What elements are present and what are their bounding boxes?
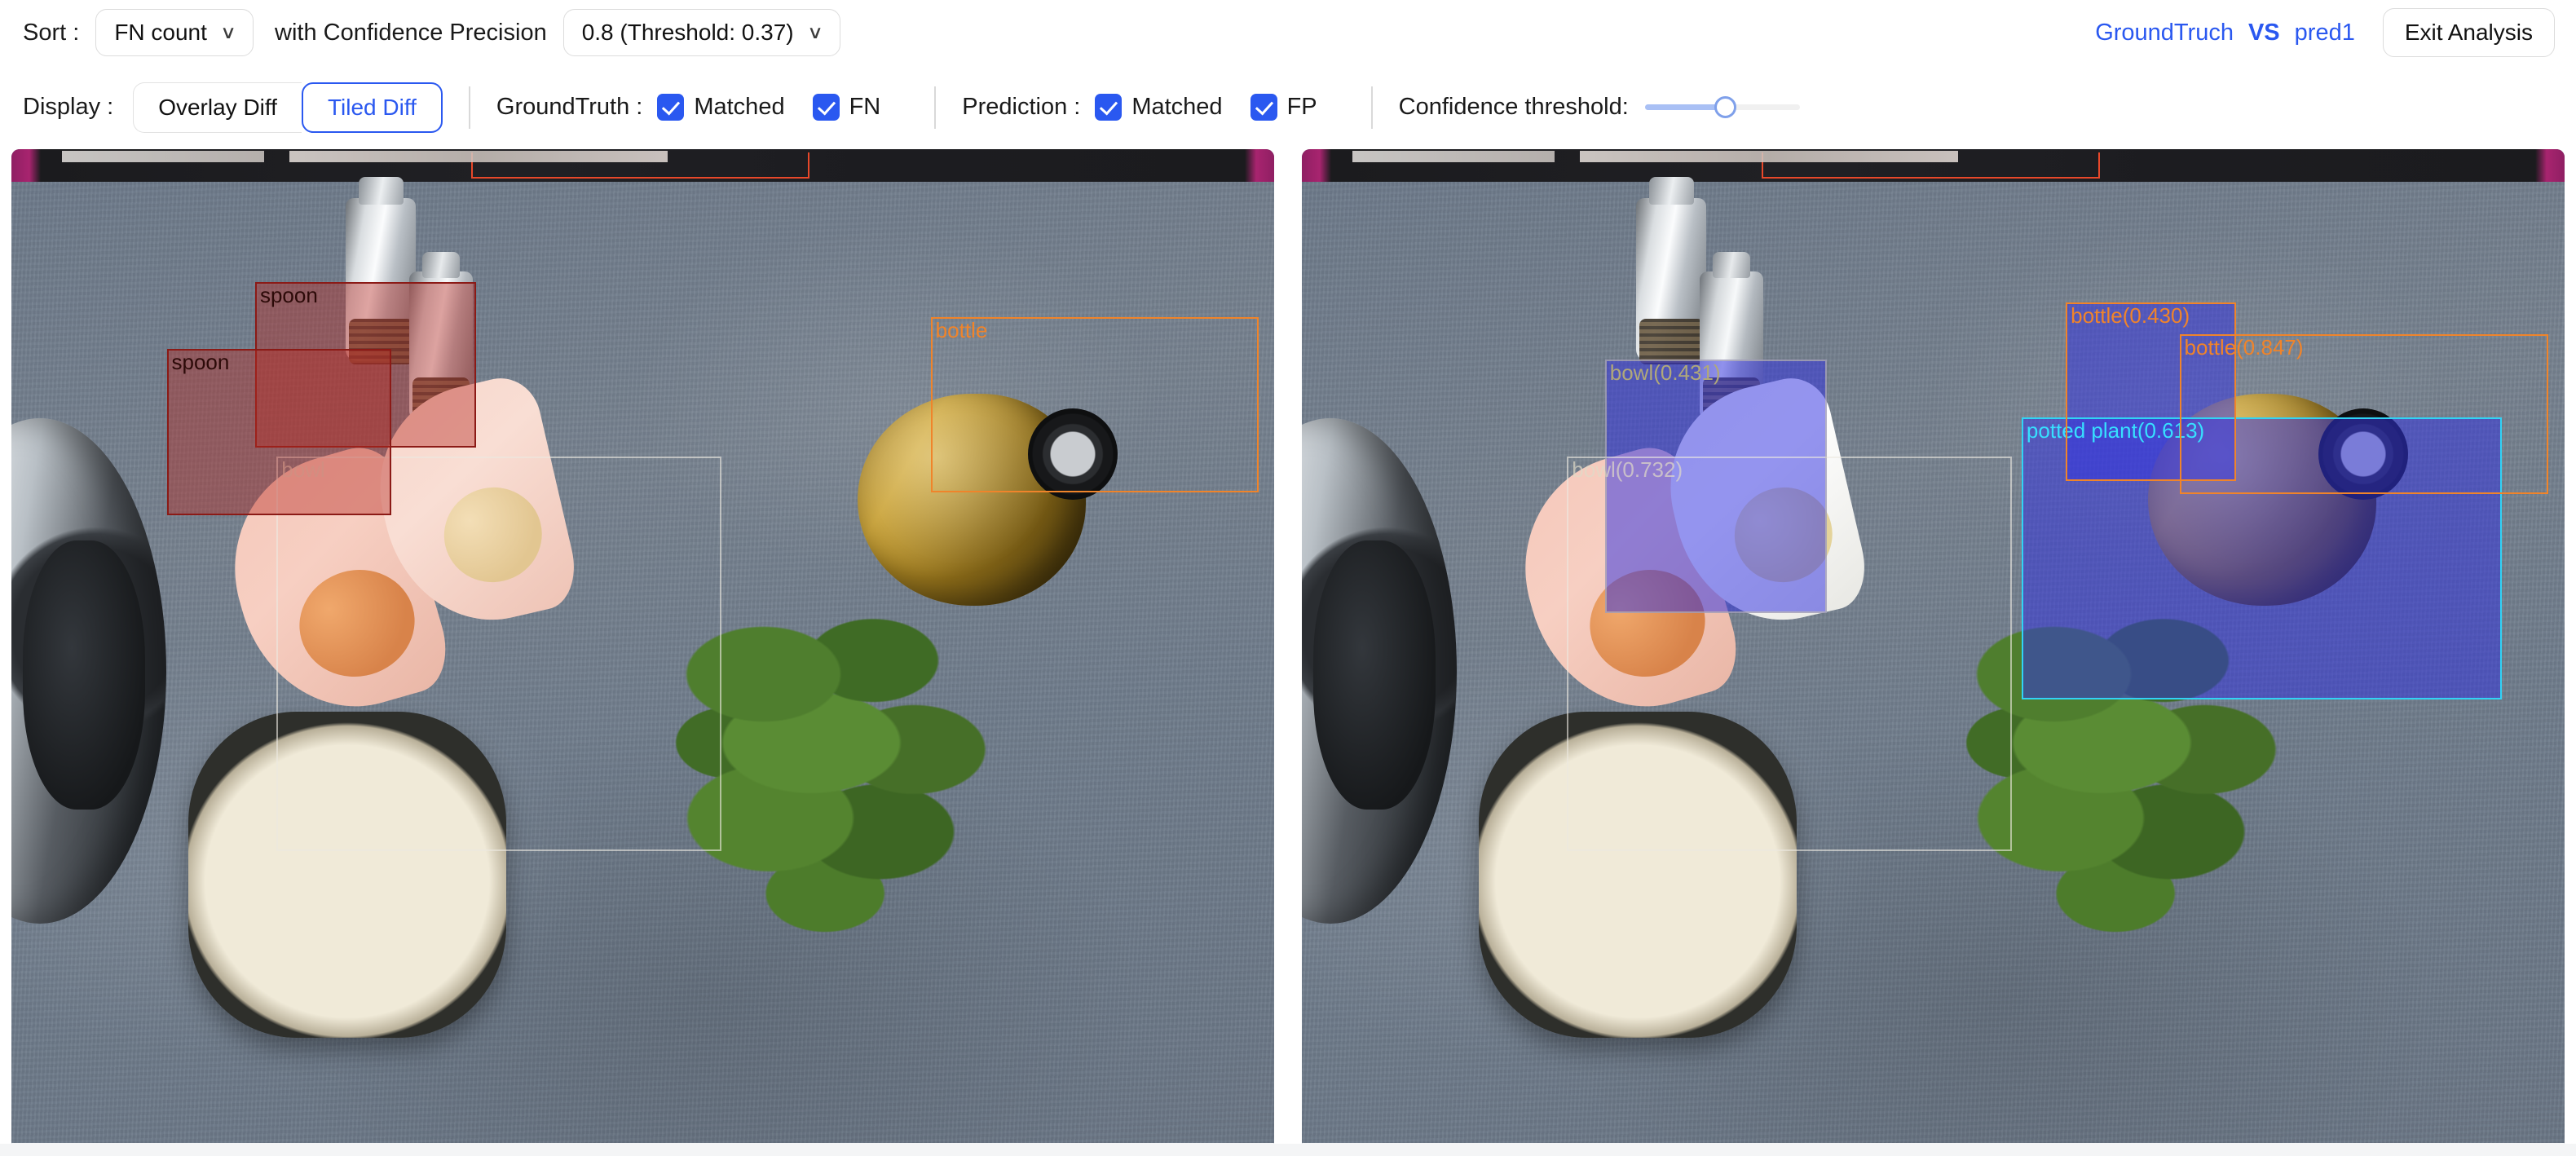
divider xyxy=(1370,86,1373,129)
pred-matched-label: Matched xyxy=(1131,94,1223,120)
confidence-threshold-label: Confidence threshold: xyxy=(1398,94,1629,120)
groundtruth-filter-group: GroundTruth : Matched FN xyxy=(496,94,908,121)
confidence-precision-label: with Confidence Precision xyxy=(275,19,547,46)
divider xyxy=(934,86,937,129)
pred-fp-checkbox[interactable]: FP xyxy=(1250,94,1317,121)
slider-fill xyxy=(1644,104,1726,110)
gt-matched-label: Matched xyxy=(694,94,785,120)
bottle-cap-prop xyxy=(1027,408,1118,500)
top-strip-fn-box xyxy=(1761,152,2100,179)
groundtruth-source-link[interactable]: GroundTruch xyxy=(2095,20,2234,46)
display-toolbar: Display : Overlay Diff Tiled Diff Ground… xyxy=(0,65,2576,149)
photo-top-strip xyxy=(11,149,1274,182)
chevron-down-icon: ∨ xyxy=(806,22,823,42)
slider-knob[interactable] xyxy=(1714,96,1737,118)
prediction-filter-label: Prediction : xyxy=(962,94,1081,120)
pepper-grinder-prop xyxy=(1636,177,1707,364)
checkmark-icon xyxy=(812,94,840,121)
mask-bowl-prediction xyxy=(1604,359,1828,614)
rice-bowl-prop xyxy=(1478,712,1797,1038)
confidence-threshold-slider[interactable] xyxy=(1644,94,1800,121)
checkmark-icon xyxy=(1095,94,1123,121)
photo-top-strip xyxy=(1302,149,2565,182)
exit-analysis-button[interactable]: Exit Analysis xyxy=(2382,8,2555,57)
tiled-diff-viewport: bowl bottle spoon spoon bowl(0.732) pott… xyxy=(0,149,2576,1156)
chevron-down-icon: ∨ xyxy=(219,22,237,42)
precision-threshold-value: 0.8 (Threshold: 0.37) xyxy=(581,20,794,45)
mask-potted-plant-prediction xyxy=(2021,417,2502,699)
gt-fn-label: FN xyxy=(849,94,881,120)
pred-matched-checkbox[interactable]: Matched xyxy=(1095,94,1223,121)
vs-separator: VS xyxy=(2247,19,2280,46)
kitchen-photo xyxy=(11,149,1274,1149)
display-label: Display : xyxy=(23,94,114,120)
pred-fp-label: FP xyxy=(1286,94,1317,120)
precision-threshold-dropdown[interactable]: 0.8 (Threshold: 0.37) ∨ xyxy=(562,9,840,56)
prediction-filter-group: Prediction : Matched FP xyxy=(962,94,1344,121)
sort-metric-value: FN count xyxy=(114,20,207,45)
checkmark-icon xyxy=(657,94,685,121)
rice-bowl-prop xyxy=(187,712,506,1038)
basil-leaves-prop xyxy=(668,606,1011,948)
gt-matched-checkbox[interactable]: Matched xyxy=(657,94,785,121)
tiled-diff-button[interactable]: Tiled Diff xyxy=(301,82,443,133)
overlay-diff-button[interactable]: Overlay Diff xyxy=(133,82,302,133)
sort-toolbar: Sort : FN count ∨ with Confidence Precis… xyxy=(0,0,2576,65)
divider xyxy=(468,86,470,129)
prediction-image-panel[interactable]: bowl(0.732) potted plant(0.613) bottle(0… xyxy=(1302,149,2565,1149)
comparison-header: GroundTruch VS pred1 Exit Analysis xyxy=(2095,0,2555,65)
bottom-bar xyxy=(0,1144,2576,1156)
sort-label: Sort : xyxy=(23,19,80,46)
groundtruth-filter-label: GroundTruth : xyxy=(496,94,643,120)
prediction-source-link[interactable]: pred1 xyxy=(2295,20,2355,46)
pepper-grinder-prop xyxy=(346,177,417,364)
sort-metric-dropdown[interactable]: FN count ∨ xyxy=(95,9,254,56)
display-mode-toggle: Overlay Diff Tiled Diff xyxy=(133,82,443,133)
top-strip-fn-box xyxy=(470,152,809,179)
groundtruth-image-panel[interactable]: bowl bottle spoon spoon xyxy=(11,149,1274,1149)
checkmark-icon xyxy=(1250,94,1277,121)
gt-fn-checkbox[interactable]: FN xyxy=(812,94,881,121)
